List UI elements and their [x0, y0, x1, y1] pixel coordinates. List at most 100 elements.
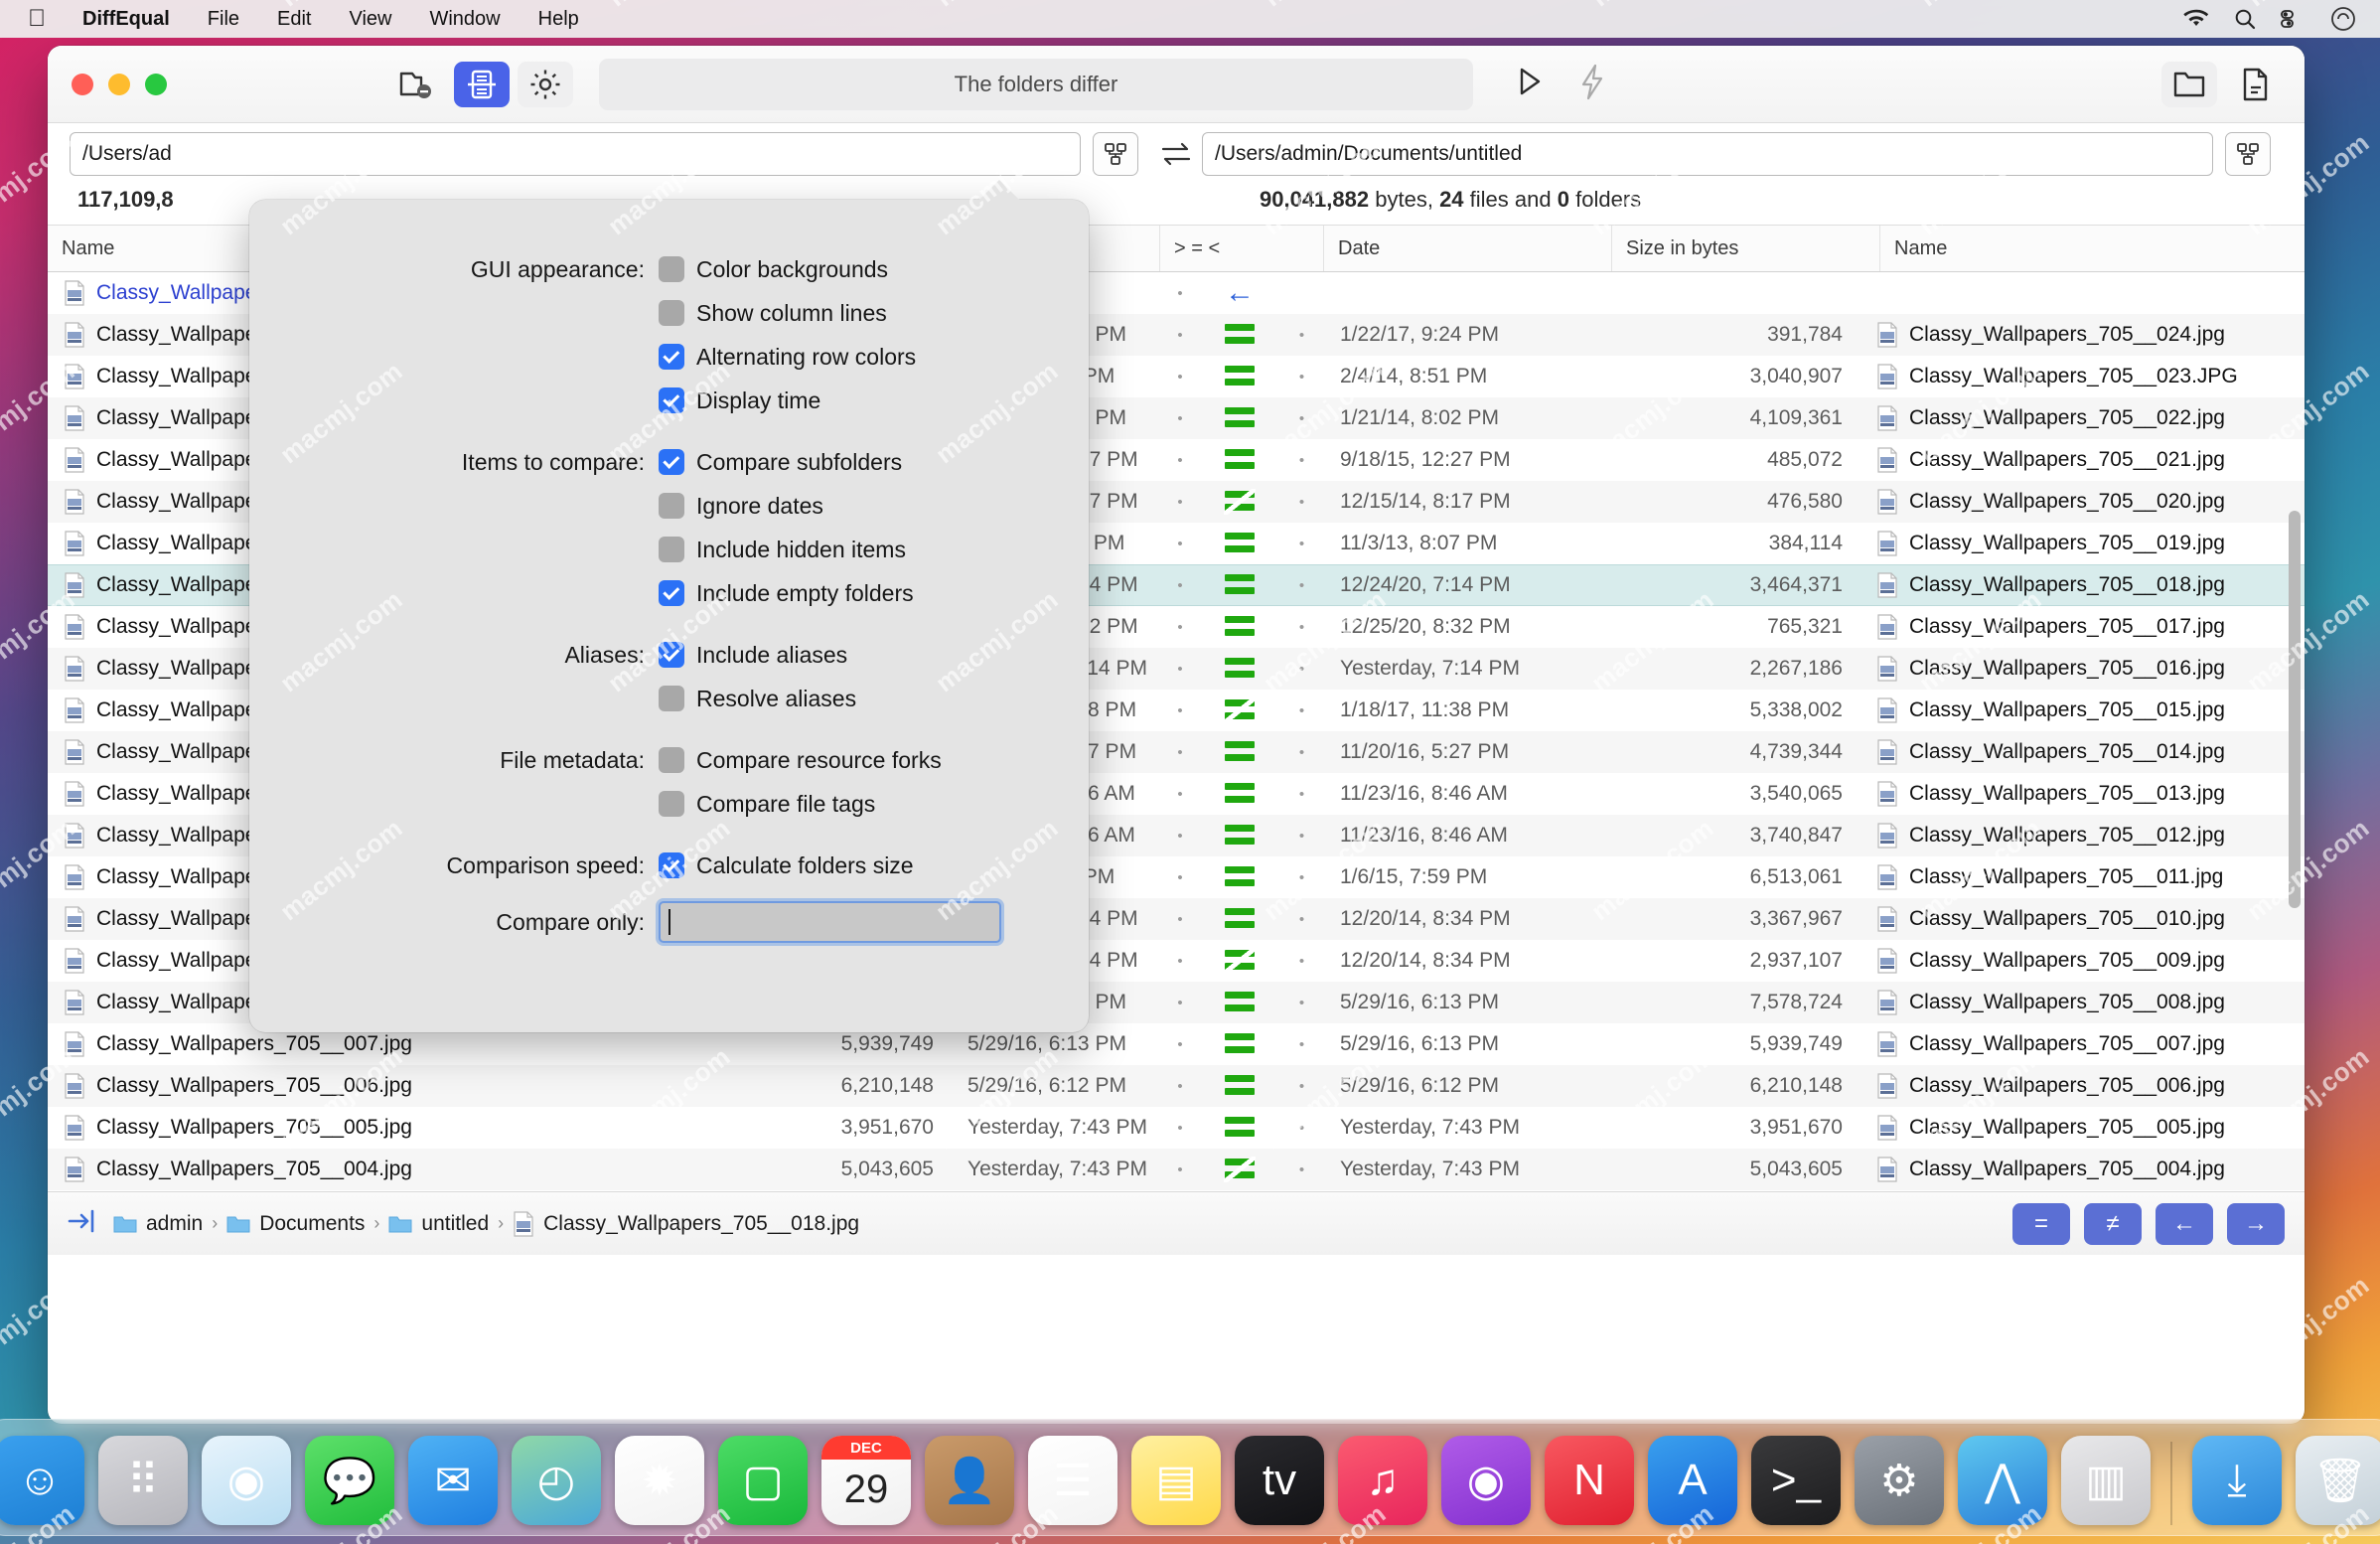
dock-item-notes[interactable]: ▤ [1131, 1436, 1221, 1525]
dock-item-podcasts[interactable]: ◉ [1441, 1436, 1531, 1525]
gear-icon[interactable] [518, 61, 573, 107]
control-center-icon[interactable] [2281, 9, 2306, 29]
checkbox-alternating-row-colors[interactable] [659, 344, 684, 370]
dock-item-reminders[interactable]: ☰ [1028, 1436, 1117, 1525]
checkbox-compare-file-tags[interactable] [659, 791, 684, 817]
setting-row[interactable]: Calculate folders size [659, 844, 914, 887]
window-controls[interactable] [72, 73, 167, 95]
table-row[interactable]: Classy_Wallpapers_705__006.jpg 6,210,148 5… [48, 1065, 2305, 1107]
setting-row[interactable]: Include empty folders [659, 571, 914, 615]
menu-item-file[interactable]: File [189, 8, 258, 31]
dock-item-facetime[interactable]: ▢ [718, 1436, 808, 1525]
dock-item-tv[interactable]: tv [1235, 1436, 1324, 1525]
checkbox-display-time[interactable] [659, 387, 684, 413]
swap-paths-button[interactable] [1150, 140, 1202, 168]
compare-only-input[interactable] [659, 901, 1001, 943]
left-path-input[interactable]: /Users/ad [70, 132, 1081, 176]
setting-row[interactable]: Alternating row colors [659, 335, 916, 379]
dock-item-mail[interactable]: ✉ [408, 1436, 498, 1525]
dock-item-contacts[interactable]: 👤 [925, 1436, 1014, 1525]
jump-to-icon[interactable] [68, 1206, 101, 1241]
dock-item-photos[interactable]: ✹ [615, 1436, 704, 1525]
breadcrumb-item[interactable]: Classy_Wallpapers_705__018.jpg [513, 1210, 859, 1237]
close-button[interactable] [72, 73, 93, 95]
checkbox-include-aliases[interactable] [659, 642, 684, 668]
dock-item-maps[interactable]: ◴ [512, 1436, 601, 1525]
dock-item-finder[interactable]: ☺ [0, 1436, 84, 1525]
wifi-icon[interactable] [2183, 9, 2209, 29]
dock[interactable]: ☺ ⠿ ◉ 💬 ✉ ◴ ✹ ▢ DEC 29 👤 ☰ ▤ tv ♫ ◉ N A >_ ⚙ ⋀ ▥ ⤓ 🗑 [0, 1419, 2380, 1536]
checkbox-color-backgrounds[interactable] [659, 256, 684, 282]
header-compare-state[interactable]: > = < [1160, 226, 1324, 271]
setting-row[interactable]: Ignore dates [659, 484, 914, 528]
dock-item-music[interactable]: ♫ [1338, 1436, 1427, 1525]
dock-item-messages[interactable]: 💬 [305, 1436, 394, 1525]
dock-item-launchpad[interactable]: ⠿ [98, 1436, 188, 1525]
setting-row[interactable]: Include aliases [659, 633, 856, 677]
right-path-input[interactable]: /Users/admin/Documents/untitled [1202, 132, 2213, 176]
dock-item-system-preferences[interactable]: ⚙ [1855, 1436, 1944, 1525]
menu-item-window[interactable]: Window [410, 8, 519, 31]
checkbox-include-empty-folders[interactable] [659, 580, 684, 606]
settings-popover[interactable]: GUI appearance: Color backgrounds Show col… [249, 180, 1089, 1032]
dock-item-app-window[interactable]: ▥ [2061, 1436, 2151, 1525]
table-row[interactable]: Classy_Wallpapers_705__005.jpg 3,951,670 Y… [48, 1107, 2305, 1149]
folder-icon[interactable] [2161, 61, 2217, 107]
breadcrumb-item[interactable]: Documents › [226, 1212, 379, 1236]
table-row[interactable]: Classy_Wallpapers_705__003.jpg4,124,655Y… [48, 1190, 2305, 1191]
play-icon[interactable] [1509, 62, 1549, 106]
checkbox-calculate-folders-size[interactable] [659, 852, 684, 878]
breadcrumb-item[interactable]: untitled › [388, 1212, 504, 1236]
setting-row[interactable]: Show column lines [659, 291, 916, 335]
menu-item-view[interactable]: View [330, 8, 410, 31]
checkbox-show-column-lines[interactable] [659, 300, 684, 326]
lightning-icon[interactable] [1574, 62, 1610, 106]
next-difference-button[interactable]: → [2227, 1202, 2285, 1245]
setting-row[interactable]: Compare subfolders [659, 440, 914, 484]
menu-app-name[interactable]: DiffEqual [64, 8, 189, 31]
show-equal-button[interactable]: = [2012, 1202, 2070, 1245]
checkbox-resolve-aliases[interactable] [659, 686, 684, 711]
dock-item-safari[interactable]: ◉ [202, 1436, 291, 1525]
dock-item-diffequal[interactable]: ⋀ [1958, 1436, 2047, 1525]
minimize-button[interactable] [108, 73, 130, 95]
header-right-name[interactable]: Name [1880, 226, 2305, 271]
table-row[interactable]: Classy_Wallpapers_705__004.jpg 5,043,605 Y… [48, 1149, 2305, 1190]
apple-menu-icon[interactable]:  [14, 7, 64, 31]
menu-item-edit[interactable]: Edit [258, 8, 330, 31]
navigation-buttons[interactable]: = ≠ ← → [2012, 1202, 2285, 1245]
show-different-button[interactable]: ≠ [2084, 1202, 2142, 1245]
checkbox-include-hidden-items[interactable] [659, 537, 684, 562]
header-right-size[interactable]: Size in bytes [1612, 226, 1880, 271]
document-icon[interactable] [2227, 62, 2283, 107]
left-browse-button[interactable] [1093, 132, 1138, 176]
right-browse-button[interactable] [2225, 132, 2271, 176]
setting-row[interactable]: Resolve aliases [659, 677, 856, 720]
folder-minus-icon[interactable] [390, 62, 446, 107]
setting-row[interactable]: Color backgrounds [659, 247, 916, 291]
menu-item-help[interactable]: Help [520, 8, 598, 31]
dock-item-news[interactable]: N [1545, 1436, 1634, 1525]
checkbox-compare-subfolders[interactable] [659, 449, 684, 475]
previous-difference-button[interactable]: ← [2156, 1202, 2213, 1245]
dock-item-terminal[interactable]: >_ [1751, 1436, 1841, 1525]
breadcrumb-item[interactable]: admin › [113, 1212, 218, 1236]
dock-item-calendar[interactable]: DEC 29 [821, 1436, 911, 1525]
file-compare-icon[interactable] [454, 61, 510, 107]
maximize-button[interactable] [145, 73, 167, 95]
dock-item-trash[interactable]: 🗑 [2296, 1436, 2380, 1525]
search-icon[interactable] [2233, 7, 2257, 31]
dock-item-app-store[interactable]: A [1648, 1436, 1737, 1525]
breadcrumb[interactable]: admin › Documents › untitled › Classy_Wallpape… [113, 1210, 859, 1237]
header-right-date[interactable]: Date [1324, 226, 1612, 271]
vertical-scrollbar[interactable] [2289, 511, 2301, 908]
siri-icon[interactable] [2330, 6, 2356, 32]
setting-row[interactable]: Display time [659, 379, 916, 422]
setting-row[interactable]: Include hidden items [659, 528, 914, 571]
checkbox-ignore-dates[interactable] [659, 493, 684, 519]
setting-row[interactable]: Compare resource forks [659, 738, 942, 782]
checkbox-compare-resource-forks[interactable] [659, 747, 684, 773]
dock-item-downloads[interactable]: ⤓ [2192, 1436, 2282, 1525]
dock-glyph: 🗑 [2312, 1457, 2368, 1505]
setting-row[interactable]: Compare file tags [659, 782, 942, 826]
